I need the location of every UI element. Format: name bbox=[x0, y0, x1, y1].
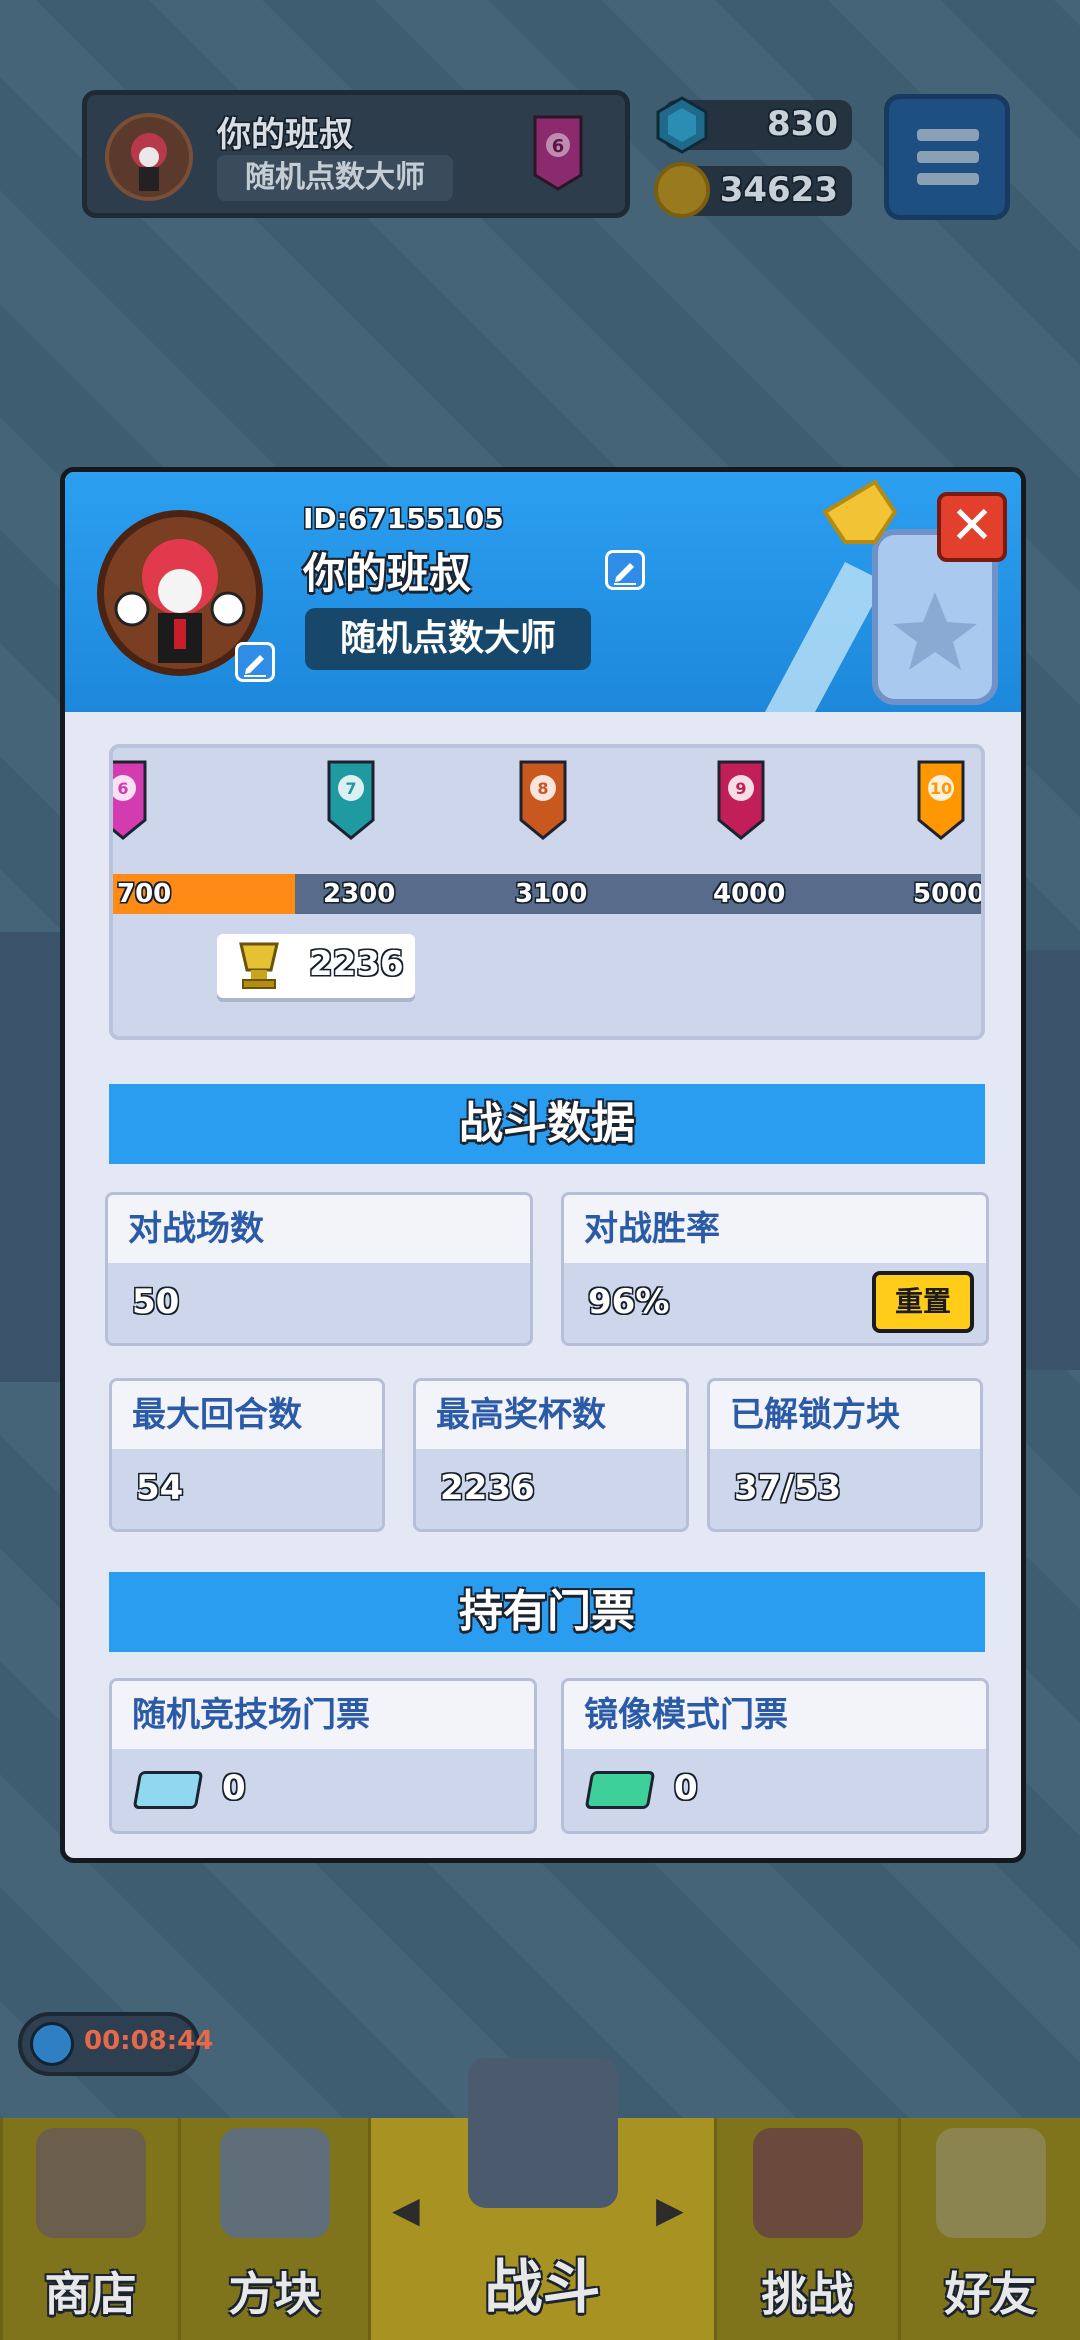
nav-challenge-label: 挑战 bbox=[761, 2267, 854, 2321]
background-panel-left bbox=[0, 932, 60, 1382]
rank-badge-level: 8 bbox=[537, 779, 548, 798]
max-rounds-label: 最大回合数 bbox=[112, 1381, 382, 1449]
matches-card: 对战场数 50 bbox=[105, 1192, 533, 1346]
menu-icon-line bbox=[917, 173, 979, 185]
background-panel-right bbox=[1026, 950, 1080, 1370]
nav-shop[interactable]: 商店 bbox=[0, 2118, 178, 2340]
rank-progress-panel[interactable]: 6 7 8 9 10 700 2300 3100 4000 5000 2236 bbox=[109, 744, 985, 1040]
coin-icon bbox=[654, 162, 710, 218]
battle-data-header: 战斗数据 bbox=[109, 1084, 985, 1164]
edit-avatar-icon[interactable] bbox=[235, 642, 275, 682]
nav-blocks[interactable]: 方块 bbox=[178, 2118, 368, 2340]
rank-badge-6-icon: 6 bbox=[113, 760, 147, 840]
reset-button[interactable]: 重置 bbox=[872, 1271, 974, 1333]
bottom-nav: 商店 方块 战斗 挑战 好友 bbox=[0, 2058, 1080, 2340]
nav-friends[interactable]: 好友 bbox=[898, 2118, 1080, 2340]
rank-threshold: 3100 bbox=[515, 879, 588, 909]
rank-threshold: 4000 bbox=[713, 879, 786, 909]
rank-badge-level: 6 bbox=[552, 136, 565, 157]
modal-header: ID:67155105 你的班叔 随机点数大师 ✕ bbox=[65, 472, 1021, 712]
coin-counter[interactable]: 34623 bbox=[654, 162, 852, 218]
winrate-card: 对战胜率 96% 重置 bbox=[561, 1192, 989, 1346]
unlocked-blocks-value: 37/53 bbox=[734, 1468, 842, 1508]
mirror-ticket-card: 镜像模式门票 0 bbox=[561, 1678, 989, 1834]
rank-threshold: 700 bbox=[117, 879, 172, 909]
friends-icon bbox=[935, 2128, 1046, 2238]
rank-badge-level: 9 bbox=[735, 779, 746, 798]
rank-badge-level: 7 bbox=[345, 779, 356, 798]
current-trophies: 2236 bbox=[217, 934, 415, 998]
clock-icon bbox=[30, 2022, 74, 2066]
nav-shop-label: 商店 bbox=[44, 2267, 137, 2321]
max-rounds-value: 54 bbox=[136, 1468, 184, 1508]
player-id: ID:67155105 bbox=[303, 502, 504, 535]
max-trophies-value: 2236 bbox=[440, 1468, 535, 1508]
rank-badge-9-icon: 9 bbox=[717, 760, 765, 840]
mirror-ticket-value: 0 bbox=[674, 1768, 698, 1808]
blocks-icon bbox=[219, 2128, 330, 2238]
unlocked-blocks-label: 已解锁方块 bbox=[710, 1381, 980, 1449]
max-rounds-card: 最大回合数 54 bbox=[109, 1378, 385, 1532]
mirror-ticket-label: 镜像模式门票 bbox=[564, 1681, 986, 1749]
nav-friends-label: 好友 bbox=[944, 2267, 1037, 2321]
mirror-ticket-icon bbox=[584, 1770, 656, 1809]
rank-threshold: 5000 bbox=[913, 879, 985, 909]
player-title: 随机点数大师 bbox=[217, 155, 453, 201]
gem-icon bbox=[656, 96, 708, 154]
profile-modal: ID:67155105 你的班叔 随机点数大师 ✕ 6 7 8 9 10 700 2300… bbox=[60, 467, 1026, 1863]
menu-icon-line bbox=[917, 151, 979, 163]
gem-value: 830 bbox=[767, 104, 838, 144]
rank-badge-icon: 6 bbox=[533, 115, 583, 191]
matches-label: 对战场数 bbox=[108, 1195, 530, 1263]
max-trophies-card: 最高奖杯数 2236 bbox=[413, 1378, 689, 1532]
event-timer[interactable]: 00:08:44 bbox=[18, 2012, 213, 2076]
max-trophies-label: 最高奖杯数 bbox=[416, 1381, 686, 1449]
rank-badge-level: 10 bbox=[930, 779, 952, 798]
menu-button[interactable] bbox=[884, 94, 1010, 220]
battle-icon bbox=[467, 2058, 618, 2208]
tickets-header: 持有门票 bbox=[109, 1572, 985, 1652]
rank-threshold: 2300 bbox=[323, 879, 396, 909]
nav-blocks-label: 方块 bbox=[228, 2267, 321, 2321]
profile-name: 你的班叔 bbox=[303, 549, 472, 598]
nav-challenge[interactable]: 挑战 bbox=[714, 2118, 898, 2340]
arena-ticket-value: 0 bbox=[222, 1768, 246, 1808]
current-trophies-value: 2236 bbox=[309, 944, 404, 984]
close-button[interactable]: ✕ bbox=[937, 492, 1007, 562]
nav-left-arrow-icon[interactable]: ◀ bbox=[392, 2190, 420, 2231]
gem-counter[interactable]: 830 bbox=[656, 96, 852, 154]
avatar bbox=[105, 113, 193, 201]
challenge-icon bbox=[752, 2128, 863, 2238]
shop-icon bbox=[35, 2128, 146, 2238]
trophy-icon bbox=[239, 942, 279, 989]
player-name: 你的班叔 bbox=[217, 115, 353, 155]
menu-icon-line bbox=[917, 129, 979, 141]
arena-ticket-card: 随机竞技场门票 0 bbox=[109, 1678, 537, 1834]
winrate-label: 对战胜率 bbox=[564, 1195, 986, 1263]
timer-value: 00:08:44 bbox=[84, 2026, 214, 2056]
rank-badge-10-icon: 10 bbox=[917, 760, 965, 840]
rank-badge-level: 6 bbox=[117, 779, 128, 798]
edit-name-icon[interactable] bbox=[605, 550, 645, 590]
profile-card[interactable]: 你的班叔 随机点数大师 6 bbox=[82, 90, 630, 218]
unlocked-blocks-card: 已解锁方块 37/53 bbox=[707, 1378, 983, 1532]
rank-badge-7-icon: 7 bbox=[327, 760, 375, 840]
matches-value: 50 bbox=[132, 1282, 180, 1322]
coin-value: 34623 bbox=[719, 170, 838, 210]
arena-ticket-label: 随机竞技场门票 bbox=[112, 1681, 534, 1749]
nav-battle-label: 战斗 bbox=[484, 2253, 601, 2321]
arena-ticket-icon bbox=[132, 1770, 204, 1809]
nav-right-arrow-icon[interactable]: ▶ bbox=[656, 2190, 684, 2231]
profile-title[interactable]: 随机点数大师 bbox=[305, 608, 591, 670]
rank-badge-8-icon: 8 bbox=[519, 760, 567, 840]
